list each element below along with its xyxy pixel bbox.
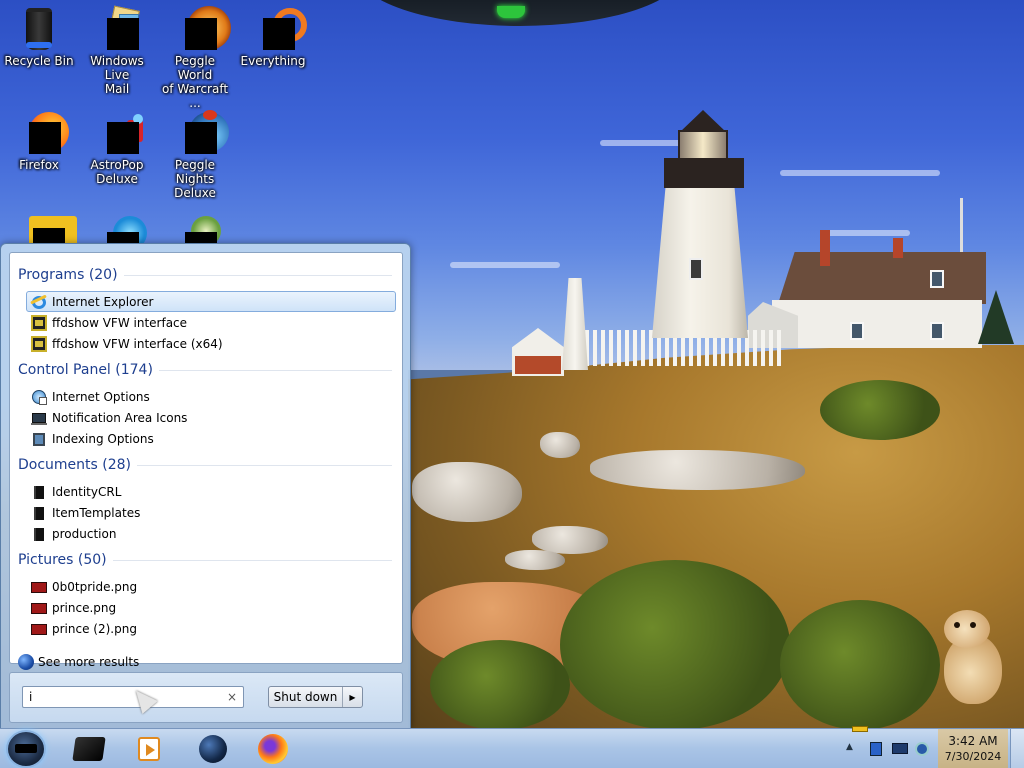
clock-time: 3:42 AM <box>948 734 998 748</box>
result-prince-png[interactable]: prince.png <box>26 597 396 618</box>
show-hidden-icons-button[interactable]: ▲ <box>846 742 862 758</box>
firefox-icon <box>258 734 288 764</box>
result-itemtemplates[interactable]: ItemTemplates <box>26 502 396 523</box>
clock-date: 7/30/2024 <box>944 750 1002 763</box>
taskbar-clock[interactable]: 3:42 AM 7/30/2024 <box>938 729 1008 768</box>
desktop-icon-partial[interactable] <box>78 212 156 244</box>
globe-browser-icon <box>199 735 227 763</box>
desktop-icon-label: Peggle Nights Deluxe <box>174 158 216 200</box>
display-icon[interactable] <box>892 741 908 757</box>
gadget-indicator <box>497 6 525 18</box>
result-ffdshow-vfw[interactable]: ffdshow VFW interface <box>26 312 396 333</box>
app-icon <box>15 212 77 244</box>
taskbar-browser[interactable] <box>186 731 240 767</box>
search-query-text: i <box>29 690 33 704</box>
start-menu: Programs (20) Internet Explorer ffdshow … <box>0 243 411 730</box>
desktop-icon-windows-live-mail[interactable]: Windows Live Mail <box>78 4 156 96</box>
search-globe-icon <box>18 654 34 670</box>
folder-icon <box>31 526 47 542</box>
show-desktop-button[interactable] <box>1010 729 1024 768</box>
taskbar: ▲ 3:42 AM 7/30/2024 <box>0 726 1024 768</box>
volume-icon[interactable] <box>914 741 930 757</box>
start-menu-bottom-bar: i × Shut down ▶ <box>9 672 403 723</box>
folder-icon <box>31 505 47 521</box>
see-more-results-link[interactable]: See more results <box>18 654 139 670</box>
image-file-icon <box>31 579 47 595</box>
folder-icon <box>31 484 47 500</box>
desktop-icon-firefox[interactable]: Firefox <box>0 108 78 172</box>
clear-search-icon[interactable]: × <box>227 690 237 704</box>
result-0b0tpride-png[interactable]: 0b0tpride.png <box>26 576 396 597</box>
result-internet-options[interactable]: Internet Options <box>26 386 396 407</box>
group-heading-pictures[interactable]: Pictures (50) <box>18 552 392 568</box>
group-heading-programs[interactable]: Programs (20) <box>18 267 392 283</box>
desktop-icon-label: Firefox <box>19 158 59 172</box>
indexing-options-icon <box>31 431 47 447</box>
internet-explorer-icon <box>30 294 47 310</box>
system-tray: ▲ <box>840 726 938 768</box>
notification-flag-icon[interactable] <box>852 726 868 732</box>
result-identitycrl[interactable]: IdentityCRL <box>26 481 396 502</box>
peggle-nights-icon <box>171 108 229 156</box>
desktop-icon-label: Everything <box>240 54 306 68</box>
desktop-icon-everything[interactable]: Everything <box>234 4 312 68</box>
peggle-wow-icon <box>171 4 231 52</box>
astropop-icon <box>93 108 143 156</box>
app-icon <box>93 212 147 244</box>
image-file-icon <box>31 600 47 616</box>
app-icon <box>171 212 221 244</box>
desktop-icon-partial[interactable] <box>156 212 234 244</box>
windows-live-mail-icon <box>93 4 141 52</box>
ffdshow-icon <box>31 335 47 352</box>
result-internet-explorer[interactable]: Internet Explorer <box>26 291 396 312</box>
result-production[interactable]: production <box>26 523 396 544</box>
media-player-icon <box>138 737 160 761</box>
result-indexing-options[interactable]: Indexing Options <box>26 428 396 449</box>
desktop-icon-label: Recycle Bin <box>4 54 74 68</box>
desktop-icon-label: Peggle World of Warcraft ... <box>161 54 229 110</box>
black-device-icon <box>72 737 106 761</box>
desktop-icon-label: Windows Live Mail <box>90 54 144 96</box>
taskbar-pinned-app[interactable] <box>62 731 116 767</box>
notification-area-icon <box>31 410 47 426</box>
hamster-desktop-pet[interactable] <box>938 606 1004 706</box>
search-results-pane: Programs (20) Internet Explorer ffdshow … <box>9 252 403 670</box>
internet-options-icon <box>31 389 47 405</box>
desktop-icon-peggle-world-of-warcraft[interactable]: Peggle World of Warcraft ... <box>156 4 234 110</box>
shut-down-button[interactable]: Shut down ▶ <box>268 686 363 708</box>
shutdown-options-arrow-icon[interactable]: ▶ <box>342 687 362 707</box>
taskbar-firefox[interactable] <box>246 731 300 767</box>
desktop-icon-recycle-bin[interactable]: Recycle Bin <box>0 4 78 68</box>
result-notification-area-icons[interactable]: Notification Area Icons <box>26 407 396 428</box>
taskbar-media-player[interactable] <box>122 731 176 767</box>
desktop-icon-partial[interactable] <box>0 212 78 244</box>
desktop-icon-label: AstroPop Deluxe <box>90 158 144 186</box>
everything-search-icon <box>249 4 307 52</box>
group-heading-documents[interactable]: Documents (28) <box>18 457 392 473</box>
desktop-icon-astropop-deluxe[interactable]: AstroPop Deluxe <box>78 108 156 186</box>
start-button[interactable] <box>6 730 46 768</box>
group-heading-control-panel[interactable]: Control Panel (174) <box>18 362 392 378</box>
result-ffdshow-vfw-x64[interactable]: ffdshow VFW interface (x64) <box>26 333 396 354</box>
result-prince-2-png[interactable]: prince (2).png <box>26 618 396 639</box>
ffdshow-icon <box>31 314 47 331</box>
firefox-icon <box>15 108 69 156</box>
windows-logo-icon <box>15 744 37 753</box>
recycle-bin-icon <box>15 4 63 52</box>
desktop-icon-peggle-nights-deluxe[interactable]: Peggle Nights Deluxe <box>156 108 234 200</box>
network-icon[interactable] <box>868 741 884 757</box>
image-file-icon <box>31 621 47 637</box>
